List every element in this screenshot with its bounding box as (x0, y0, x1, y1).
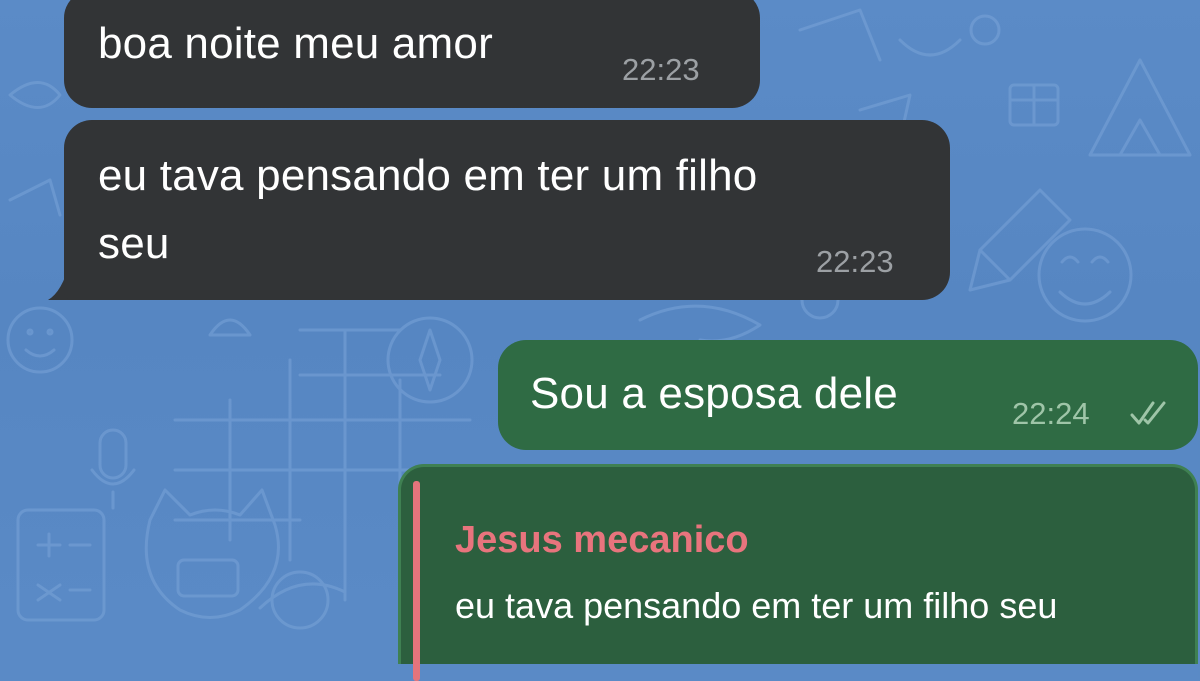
message-time: 22:23 (816, 244, 894, 279)
message-time: 22:24 (1012, 396, 1090, 431)
message-text: Sou a esposa dele (530, 369, 898, 418)
outgoing-message-bubble[interactable]: Sou a esposa dele 22:24 (498, 340, 1198, 450)
incoming-message-bubble[interactable]: eu tava pensando em ter um filho seu 22:… (64, 120, 950, 300)
incoming-message-bubble[interactable]: boa noite meu amor 22:23 (64, 0, 760, 108)
reply-quoted-text: eu tava pensando em ter um filho seu (455, 585, 1058, 626)
message-time: 22:23 (622, 52, 700, 87)
message-text-line: eu tava pensando em ter um filho (98, 151, 758, 200)
chat-thread: boa noite meu amor 22:23 eu tava pensand… (0, 0, 1200, 681)
message-text: boa noite meu amor (98, 19, 493, 68)
outgoing-reply-message-bubble[interactable]: Jesus mecanico eu tava pensando em ter u… (398, 464, 1198, 681)
reply-sender-name: Jesus mecanico (455, 519, 749, 561)
double-check-icon (1130, 401, 1166, 425)
message-text-line: seu (98, 219, 170, 268)
reply-accent-bar (413, 481, 420, 681)
